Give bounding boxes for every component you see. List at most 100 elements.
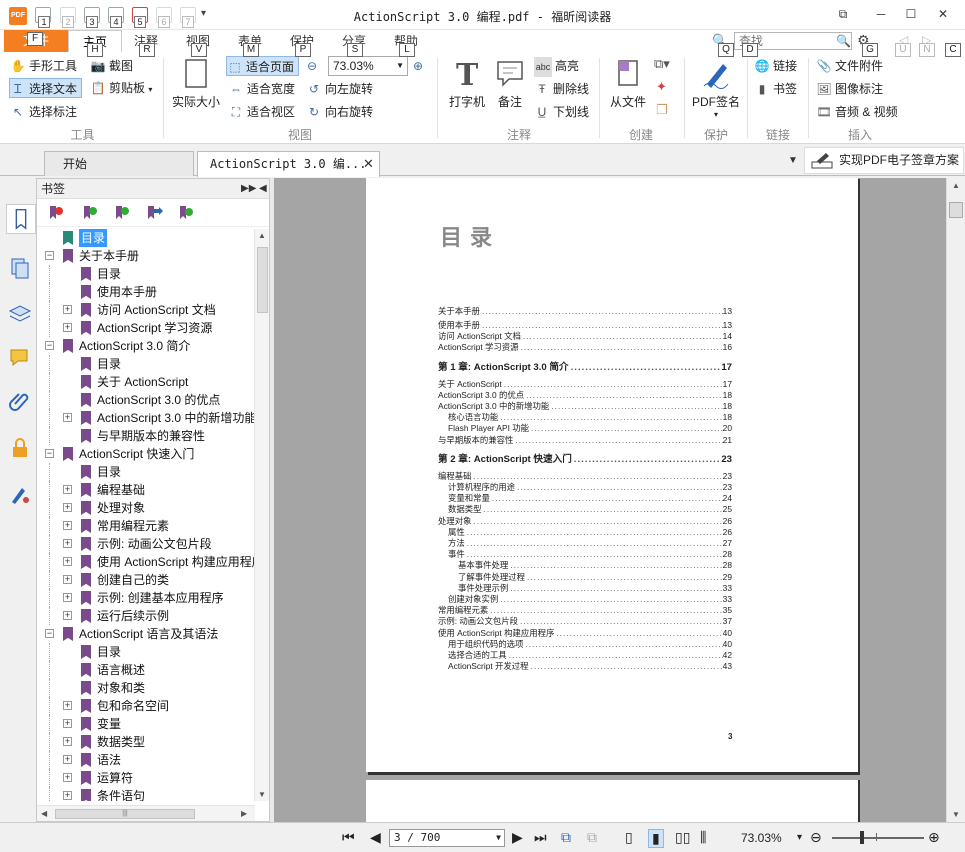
bookmark-item[interactable]: + 示例: 创建基本应用程序 — [37, 589, 255, 607]
collapse-icon[interactable]: − — [45, 251, 54, 260]
expand-icon[interactable]: + — [63, 413, 72, 422]
first-page-button[interactable]: ⏮ — [342, 829, 355, 846]
pdf-page[interactable]: 目录 关于本手册................................… — [366, 178, 858, 772]
goto-bookmark-icon[interactable] — [145, 205, 163, 221]
toc-entry[interactable]: 选择合适的工具.................................… — [448, 650, 732, 661]
toc-entry[interactable]: 变量和常量...................................… — [448, 493, 732, 504]
toc-entry[interactable]: 使用 ActionScript 构建应用程序..................… — [438, 628, 732, 639]
bookmark-item[interactable]: + 处理对象 — [37, 499, 255, 517]
expand-icon[interactable]: + — [63, 791, 72, 800]
zoom-out-button[interactable]: ⊖ — [304, 56, 323, 76]
toc-entry[interactable]: ActionScript 3.0 中的新增功能.................… — [438, 401, 732, 412]
bookmark-item[interactable]: ActionScript 3.0 的优点 — [37, 391, 255, 409]
fit-page-button[interactable]: ⬚ 适合页面 — [226, 56, 300, 76]
close-tab-icon[interactable]: ✕ — [363, 156, 374, 172]
clipboard-button[interactable]: 📋 剪贴板 ▾ — [90, 78, 153, 98]
hand-tool-button[interactable]: ✋ 手形工具 — [10, 56, 78, 76]
zoom-field[interactable]: 73.03% ▼ — [328, 56, 408, 76]
zoom-in-icon[interactable]: ⊕ — [928, 829, 940, 846]
add-child-bookmark-icon[interactable] — [113, 205, 131, 221]
minimize-button[interactable]: ─ — [868, 4, 894, 24]
bookmark-item[interactable]: 对象和类 — [37, 679, 255, 697]
zoom-slider-knob[interactable] — [860, 831, 864, 844]
collapse-icon[interactable]: − — [45, 341, 54, 350]
bookmark-item[interactable]: + 编程基础 — [37, 481, 255, 499]
toc-entry[interactable]: 创建对象实例..................................… — [448, 594, 732, 605]
toc-entry[interactable]: 第 2 章: ActionScript 快速入门................… — [438, 454, 732, 465]
bookmark-item[interactable]: + 条件语句 — [37, 787, 255, 801]
bookmark-item[interactable]: + 创建自己的类 — [37, 571, 255, 589]
hscroll-thumb[interactable]: ||| — [55, 809, 195, 819]
highlight-button[interactable]: abc 高亮 — [534, 56, 579, 77]
bookmark-item[interactable]: − ActionScript 语言及其语法 — [37, 625, 255, 643]
zoom-slider[interactable] — [832, 837, 924, 839]
bookmarks-panel-icon[interactable] — [6, 204, 36, 234]
bookmark-item[interactable]: 与早期版本的兼容性 — [37, 427, 255, 445]
rotate-right-button[interactable]: ↻ 向右旋转 — [306, 102, 373, 122]
toc-entry[interactable]: 用于组织代码的选项...............................… — [448, 639, 732, 650]
maximize-button[interactable]: ☐ — [898, 4, 924, 24]
toc-entry[interactable]: 方法......................................… — [448, 538, 732, 549]
actual-size-button[interactable]: 实际大小 — [168, 58, 224, 110]
toc-entry[interactable]: Flash Player API 功能.....................… — [448, 423, 732, 434]
continuous-page-icon[interactable]: ▮ — [648, 829, 664, 848]
toc-entry[interactable]: 了解事件处理过程................................… — [458, 572, 732, 583]
snapshot-button[interactable]: 📷 截图 — [90, 56, 134, 76]
bookmark-properties-icon[interactable] — [177, 205, 195, 221]
bookmark-item[interactable]: + 示例: 动画公文包片段 — [37, 535, 255, 553]
toc-entry[interactable]: 常用编程元素..................................… — [438, 605, 732, 616]
layers-panel-icon[interactable] — [8, 302, 32, 326]
delete-bookmark-icon[interactable] — [47, 205, 65, 221]
tab-start[interactable]: 开始 — [44, 151, 194, 176]
scroll-down-icon[interactable]: ▼ — [952, 810, 960, 819]
toc-entry[interactable]: 数据类型....................................… — [448, 504, 732, 515]
fit-width-button[interactable]: ⇔ 适合宽度 — [228, 79, 295, 99]
expand-panel-icon[interactable]: ▶▶ — [241, 179, 256, 199]
bookmark-item[interactable]: 目录 — [37, 229, 255, 247]
bookmark-item[interactable]: 目录 — [37, 643, 255, 661]
document-scroll-thumb[interactable] — [949, 202, 963, 218]
toc-entry[interactable]: 事件......................................… — [448, 549, 732, 560]
tab-list-icon[interactable]: ▼ — [788, 155, 798, 166]
bookmark-item[interactable]: 语言概述 — [37, 661, 255, 679]
new-page-icon[interactable]: ✦ — [656, 79, 667, 95]
toc-entry[interactable]: 第 1 章: ActionScript 3.0 简介..............… — [438, 362, 732, 373]
expand-icon[interactable]: + — [63, 539, 72, 548]
restore-view-icon[interactable]: ⧉ — [830, 4, 856, 24]
toc-entry[interactable]: 访问 ActionScript 文档......................… — [438, 331, 732, 342]
scroll-down-icon[interactable]: ▼ — [258, 790, 266, 799]
expand-icon[interactable]: + — [63, 521, 72, 530]
bookmark-button[interactable]: ▮ 书签 — [754, 79, 797, 99]
pages-panel-icon[interactable] — [8, 256, 32, 280]
typewriter-button[interactable]: T 打字机 — [444, 58, 490, 110]
bookmark-item[interactable]: 目录 — [37, 463, 255, 481]
blank-page-icon[interactable]: ⧉▾ — [654, 56, 670, 72]
zoom-dropdown-icon[interactable]: ▾ — [797, 832, 802, 843]
toc-entry[interactable]: ActionScript 3.0 的优点....................… — [438, 390, 732, 401]
bookmark-item[interactable]: + 语法 — [37, 751, 255, 769]
expand-icon[interactable]: + — [63, 773, 72, 782]
expand-icon[interactable]: + — [63, 737, 72, 746]
note-button[interactable]: 备注 — [492, 58, 528, 110]
bookmark-item[interactable]: 目录 — [37, 355, 255, 373]
expand-icon[interactable]: + — [63, 485, 72, 494]
toc-entry[interactable]: 核心语言功能..................................… — [448, 412, 732, 423]
promo-banner[interactable]: 实现PDF电子签章方案 — [804, 147, 964, 174]
expand-icon[interactable]: + — [63, 755, 72, 764]
toc-entry[interactable]: ActionScript 学习资源.......................… — [438, 342, 732, 353]
chevron-down-icon[interactable]: ▼ — [496, 830, 501, 846]
zoom-in-button[interactable]: ⊕ — [410, 56, 429, 76]
fit-visible-button[interactable]: ⛶ 适合视区 — [228, 102, 295, 122]
bookmark-item[interactable]: 目录 — [37, 265, 255, 283]
file-attachment-button[interactable]: 📎 文件附件 — [816, 56, 884, 76]
bookmark-item[interactable]: 使用本手册 — [37, 283, 255, 301]
bookmark-item[interactable]: + ActionScript 学习资源 — [37, 319, 255, 337]
bookmark-item[interactable]: 关于 ActionScript — [37, 373, 255, 391]
pdf-next-page[interactable] — [366, 780, 858, 822]
security-lock-icon[interactable] — [8, 436, 32, 460]
bookmark-item[interactable]: + 常用编程元素 — [37, 517, 255, 535]
scroll-up-icon[interactable]: ▲ — [952, 181, 960, 190]
bookmark-item[interactable]: − 关于本手册 — [37, 247, 255, 265]
toc-entry[interactable]: 与早期版本的兼容性...............................… — [438, 435, 732, 446]
bookmark-item[interactable]: + 访问 ActionScript 文档 — [37, 301, 255, 319]
